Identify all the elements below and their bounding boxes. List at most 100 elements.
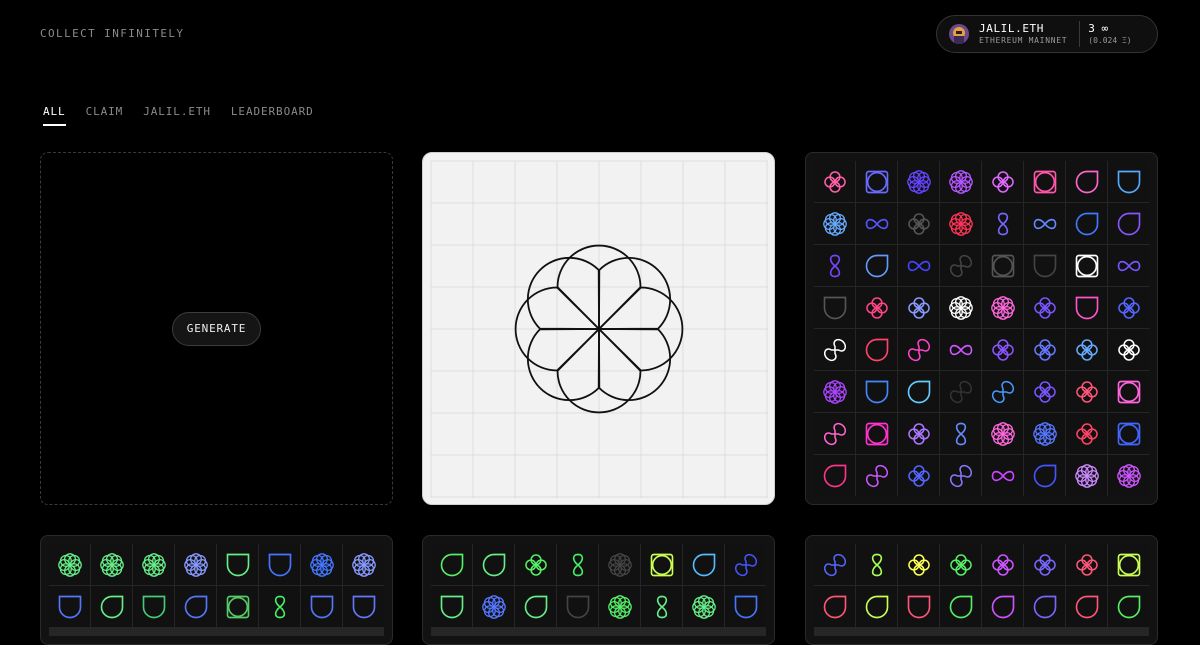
- token-cell[interactable]: [1108, 203, 1149, 244]
- token-cell[interactable]: [898, 329, 939, 370]
- token-cell[interactable]: [683, 544, 724, 585]
- token-cell[interactable]: [91, 544, 132, 585]
- token-cell[interactable]: [898, 245, 939, 286]
- token-cell[interactable]: [940, 455, 981, 496]
- token-cell[interactable]: [982, 287, 1023, 328]
- token-cell[interactable]: [343, 544, 384, 585]
- token-cell[interactable]: [814, 413, 855, 454]
- token-cell[interactable]: [725, 544, 766, 585]
- token-cell[interactable]: [898, 161, 939, 202]
- token-cell[interactable]: [1108, 413, 1149, 454]
- token-cell[interactable]: [1024, 544, 1065, 585]
- token-cell[interactable]: [982, 203, 1023, 244]
- token-cell[interactable]: [133, 586, 174, 627]
- collection-card[interactable]: [805, 535, 1158, 645]
- preview-card[interactable]: [422, 152, 775, 505]
- token-cell[interactable]: [1024, 413, 1065, 454]
- token-cell[interactable]: [1024, 586, 1065, 627]
- token-cell[interactable]: [898, 287, 939, 328]
- token-cell[interactable]: [473, 544, 514, 585]
- token-cell[interactable]: [49, 544, 90, 585]
- token-cell[interactable]: [940, 544, 981, 585]
- token-cell[interactable]: [982, 413, 1023, 454]
- token-cell[interactable]: [1024, 455, 1065, 496]
- token-cell[interactable]: [1024, 329, 1065, 370]
- token-cell[interactable]: [940, 287, 981, 328]
- token-cell[interactable]: [1066, 203, 1107, 244]
- token-cell[interactable]: [1108, 455, 1149, 496]
- token-cell[interactable]: [259, 544, 300, 585]
- token-cell[interactable]: [1024, 161, 1065, 202]
- token-cell[interactable]: [982, 329, 1023, 370]
- token-cell[interactable]: [982, 586, 1023, 627]
- token-cell[interactable]: [473, 586, 514, 627]
- token-cell[interactable]: [940, 161, 981, 202]
- token-cell[interactable]: [982, 371, 1023, 412]
- token-cell[interactable]: [940, 371, 981, 412]
- token-cell[interactable]: [1108, 371, 1149, 412]
- token-cell[interactable]: [982, 455, 1023, 496]
- token-cell[interactable]: [133, 544, 174, 585]
- tab-claim[interactable]: CLAIM: [86, 105, 124, 126]
- token-cell[interactable]: [641, 544, 682, 585]
- token-cell[interactable]: [940, 329, 981, 370]
- token-cell[interactable]: [814, 329, 855, 370]
- token-cell[interactable]: [343, 586, 384, 627]
- token-cell[interactable]: [814, 161, 855, 202]
- token-cell[interactable]: [1066, 329, 1107, 370]
- collection-card[interactable]: [40, 535, 393, 645]
- token-cell[interactable]: [1108, 544, 1149, 585]
- token-cell[interactable]: [856, 329, 897, 370]
- token-cell[interactable]: [856, 371, 897, 412]
- token-cell[interactable]: [301, 586, 342, 627]
- token-cell[interactable]: [814, 455, 855, 496]
- token-cell[interactable]: [814, 544, 855, 585]
- token-cell[interactable]: [898, 413, 939, 454]
- token-cell[interactable]: [1024, 371, 1065, 412]
- tab-leaderboard[interactable]: LEADERBOARD: [231, 105, 314, 126]
- token-cell[interactable]: [175, 586, 216, 627]
- token-cell[interactable]: [641, 586, 682, 627]
- token-cell[interactable]: [1108, 245, 1149, 286]
- token-cell[interactable]: [856, 455, 897, 496]
- token-cell[interactable]: [557, 544, 598, 585]
- token-cell[interactable]: [856, 287, 897, 328]
- generate-button[interactable]: GENERATE: [171, 311, 262, 346]
- collection-card[interactable]: [422, 535, 775, 645]
- token-cell[interactable]: [431, 544, 472, 585]
- token-cell[interactable]: [898, 203, 939, 244]
- collection-card[interactable]: [805, 152, 1158, 505]
- token-cell[interactable]: [1066, 161, 1107, 202]
- wallet-button[interactable]: JALIL.ETH ETHEREUM MAINNET 3 ∞ (0.024 Ξ): [936, 15, 1158, 53]
- token-cell[interactable]: [431, 586, 472, 627]
- token-cell[interactable]: [217, 586, 258, 627]
- token-cell[interactable]: [175, 544, 216, 585]
- token-cell[interactable]: [301, 544, 342, 585]
- token-cell[interactable]: [49, 586, 90, 627]
- token-cell[interactable]: [1024, 287, 1065, 328]
- token-cell[interactable]: [1066, 544, 1107, 585]
- token-cell[interactable]: [515, 586, 556, 627]
- tab-jalil-eth[interactable]: JALIL.ETH: [143, 105, 211, 126]
- token-cell[interactable]: [856, 161, 897, 202]
- token-cell[interactable]: [599, 586, 640, 627]
- token-cell[interactable]: [515, 544, 556, 585]
- token-cell[interactable]: [856, 203, 897, 244]
- token-cell[interactable]: [898, 371, 939, 412]
- token-cell[interactable]: [1108, 287, 1149, 328]
- token-cell[interactable]: [982, 544, 1023, 585]
- token-cell[interactable]: [940, 245, 981, 286]
- token-cell[interactable]: [217, 544, 258, 585]
- token-cell[interactable]: [1066, 413, 1107, 454]
- token-cell[interactable]: [725, 586, 766, 627]
- token-cell[interactable]: [814, 371, 855, 412]
- token-cell[interactable]: [1066, 371, 1107, 412]
- token-cell[interactable]: [982, 161, 1023, 202]
- token-cell[interactable]: [898, 455, 939, 496]
- token-cell[interactable]: [1066, 455, 1107, 496]
- token-cell[interactable]: [557, 586, 598, 627]
- token-cell[interactable]: [1066, 287, 1107, 328]
- token-cell[interactable]: [1024, 245, 1065, 286]
- token-cell[interactable]: [982, 245, 1023, 286]
- token-cell[interactable]: [856, 413, 897, 454]
